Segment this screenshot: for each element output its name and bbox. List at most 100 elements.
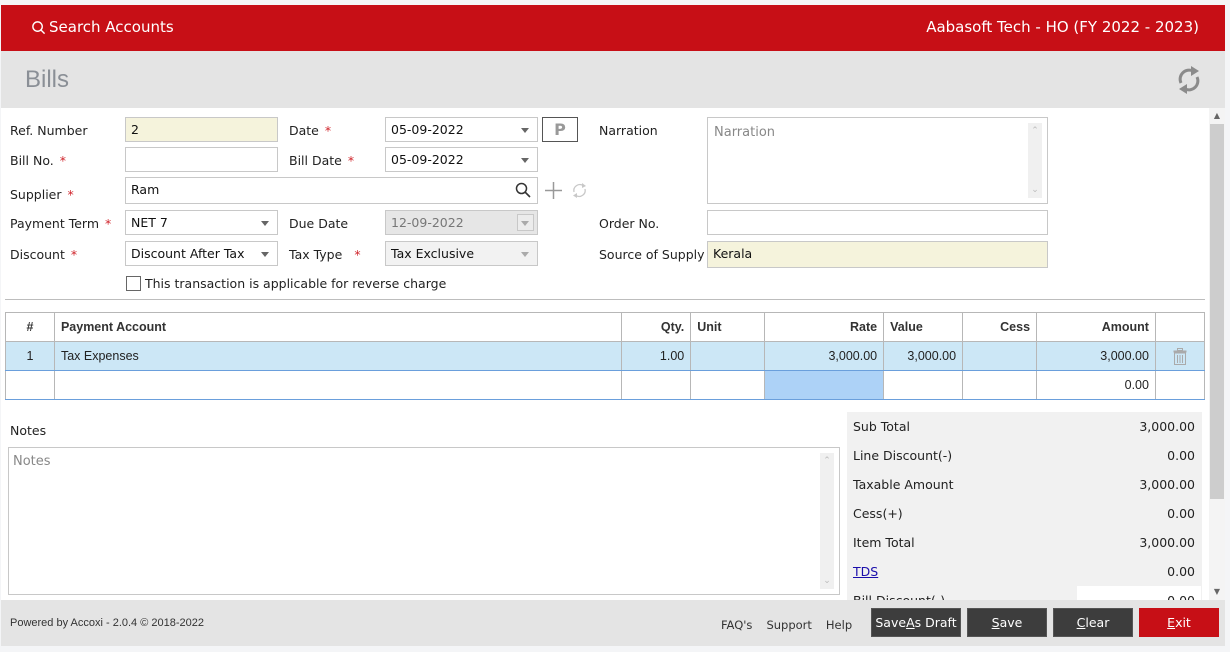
narration-scrollbar[interactable]: ⌃ ⌄ bbox=[1028, 123, 1042, 198]
source-of-supply-field[interactable]: Kerala bbox=[707, 241, 1048, 268]
add-supplier-icon[interactable] bbox=[544, 181, 563, 200]
notes-textarea[interactable]: Notes ⌃ ⌄ bbox=[8, 447, 840, 595]
payment-term-label: Payment Term * bbox=[10, 216, 112, 231]
col-header-qty: Qty. bbox=[621, 312, 692, 342]
help-link[interactable]: Help bbox=[826, 618, 852, 632]
section-divider bbox=[5, 299, 1205, 300]
col-header-payment-account: Payment Account bbox=[53, 312, 623, 342]
summary-tds: TDS 0.00 bbox=[853, 564, 1195, 579]
tds-link[interactable]: TDS bbox=[853, 564, 878, 579]
page-title: Bills bbox=[25, 66, 70, 93]
summary-cess: Cess(+) 0.00 bbox=[853, 506, 1195, 521]
powered-by-text: Powered by Accoxi - 2.0.4 © 2018-2022 bbox=[10, 617, 204, 629]
scroll-down-icon: ⌄ bbox=[823, 576, 831, 586]
scroll-down-arrow-icon[interactable]: ▼ bbox=[1209, 587, 1225, 596]
summary-bill-discount: Bill Discount(-)0.00 bbox=[853, 586, 1201, 600]
page-title-bar: Bills bbox=[1, 51, 1225, 108]
notes-scrollbar[interactable]: ⌃ ⌄ bbox=[820, 453, 834, 589]
source-of-supply-label: Source of Supply bbox=[599, 247, 705, 262]
payment-lines-table: # Payment Account Qty. Unit Rate Value C… bbox=[5, 312, 1206, 400]
search-accounts-label: Search Accounts bbox=[49, 18, 174, 36]
bill-date-label: Bill Date * bbox=[289, 153, 355, 168]
cell-unit[interactable] bbox=[690, 370, 766, 400]
scroll-up-icon: ⌃ bbox=[823, 456, 831, 466]
scroll-up-icon: ⌃ bbox=[1031, 126, 1039, 136]
order-no-label: Order No. bbox=[599, 216, 660, 231]
due-date-label: Due Date bbox=[289, 216, 349, 231]
ref-number-label: Ref. Number bbox=[10, 123, 88, 138]
page-scrollbar[interactable]: ▲ ▼ bbox=[1209, 108, 1225, 600]
clear-button[interactable]: Clear bbox=[1053, 608, 1133, 637]
company-name: Aabasoft Tech - HO (FY 2022 - 2023) bbox=[926, 18, 1199, 36]
reverse-charge-checkbox[interactable] bbox=[126, 276, 141, 291]
bill-no-label: Bill No. * bbox=[10, 153, 66, 168]
footer-links: FAQ's Support Help bbox=[721, 618, 852, 632]
col-header-value: Value bbox=[883, 312, 964, 342]
cell-value: 3,000.00 bbox=[883, 341, 964, 371]
scroll-down-icon: ⌄ bbox=[1031, 185, 1039, 195]
table-header-row: # Payment Account Qty. Unit Rate Value C… bbox=[5, 312, 1206, 342]
reverse-charge-label: This transaction is applicable for rever… bbox=[145, 276, 447, 291]
notes-label: Notes bbox=[10, 423, 47, 438]
table-row[interactable]: 0.00 bbox=[5, 370, 1206, 400]
chevron-down-icon bbox=[521, 221, 529, 226]
cell-cess[interactable] bbox=[962, 341, 1038, 371]
p-button[interactable]: P bbox=[542, 117, 578, 142]
supplier-input[interactable]: Ram bbox=[125, 177, 538, 204]
ref-number-field[interactable]: 2 bbox=[125, 117, 278, 142]
totals-summary: Sub Total 3,000.00 Line Discount(-) 0.00 T… bbox=[847, 412, 1202, 600]
cell-actions bbox=[1154, 370, 1206, 400]
cell-qty[interactable]: 1.00 bbox=[621, 341, 692, 371]
cell-value bbox=[883, 370, 964, 400]
search-icon bbox=[32, 20, 46, 34]
date-picker[interactable]: 05-09-2022 bbox=[385, 117, 538, 142]
save-button[interactable]: Save bbox=[967, 608, 1047, 637]
cell-rate[interactable]: 3,000.00 bbox=[764, 341, 885, 371]
trash-icon[interactable] bbox=[1173, 347, 1187, 365]
cell-actions bbox=[1154, 341, 1206, 371]
bill-no-input[interactable] bbox=[125, 147, 278, 172]
summary-sub-total: Sub Total 3,000.00 bbox=[853, 419, 1195, 434]
summary-line-discount: Line Discount(-) 0.00 bbox=[853, 448, 1195, 463]
faqs-link[interactable]: FAQ's bbox=[721, 618, 752, 632]
narration-label: Narration bbox=[599, 123, 658, 138]
chevron-down-icon bbox=[521, 128, 529, 133]
discount-label: Discount * bbox=[10, 247, 78, 262]
cell-cess[interactable] bbox=[962, 370, 1038, 400]
payment-term-select[interactable]: NET 7 bbox=[125, 210, 278, 235]
narration-textarea[interactable]: Narration ⌃ ⌄ bbox=[707, 117, 1048, 204]
discount-select[interactable]: Discount After Tax bbox=[125, 241, 278, 266]
col-header-unit: Unit bbox=[690, 312, 766, 342]
exit-button[interactable]: Exit bbox=[1139, 608, 1219, 637]
app-header: Search Accounts Aabasoft Tech - HO (FY 2… bbox=[1, 5, 1225, 51]
bottom-strip bbox=[0, 646, 1230, 652]
cell-qty[interactable] bbox=[621, 370, 692, 400]
cell-unit[interactable] bbox=[690, 341, 766, 371]
col-header-actions bbox=[1154, 312, 1206, 342]
date-label: Date * bbox=[289, 123, 332, 138]
scroll-up-arrow-icon[interactable]: ▲ bbox=[1209, 111, 1225, 120]
refresh-icon[interactable] bbox=[1175, 65, 1203, 95]
cell-payment-account[interactable]: Tax Expenses bbox=[53, 341, 623, 371]
col-header-rate: Rate bbox=[764, 312, 885, 342]
reload-supplier-icon[interactable] bbox=[571, 182, 588, 199]
chevron-down-icon bbox=[261, 252, 269, 257]
scrollbar-thumb[interactable] bbox=[1210, 124, 1224, 499]
bill-date-picker[interactable]: 05-09-2022 bbox=[385, 147, 538, 172]
bill-form: Ref. Number 2 Bill No. * Supplier * Ram Pa… bbox=[1, 108, 1209, 600]
save-as-draft-button[interactable]: Save As Draft bbox=[871, 608, 961, 637]
cell-payment-account[interactable] bbox=[53, 370, 623, 400]
cell-number: 1 bbox=[5, 341, 55, 371]
tax-type-select[interactable]: Tax Exclusive bbox=[385, 241, 538, 266]
support-link[interactable]: Support bbox=[766, 618, 811, 632]
summary-taxable-amount: Taxable Amount 3,000.00 bbox=[853, 477, 1195, 492]
search-accounts-button[interactable]: Search Accounts bbox=[31, 18, 174, 36]
col-header-amount: Amount bbox=[1036, 312, 1156, 342]
order-no-input[interactable] bbox=[707, 210, 1048, 235]
chevron-down-icon bbox=[521, 252, 529, 257]
table-row[interactable]: 1 Tax Expenses 1.00 3,000.00 3,000.00 3,… bbox=[5, 341, 1206, 371]
supplier-search-icon[interactable] bbox=[515, 182, 531, 198]
cell-rate[interactable] bbox=[764, 370, 885, 400]
tax-type-label: Tax Type * bbox=[289, 247, 361, 262]
cell-amount: 0.00 bbox=[1036, 370, 1156, 400]
